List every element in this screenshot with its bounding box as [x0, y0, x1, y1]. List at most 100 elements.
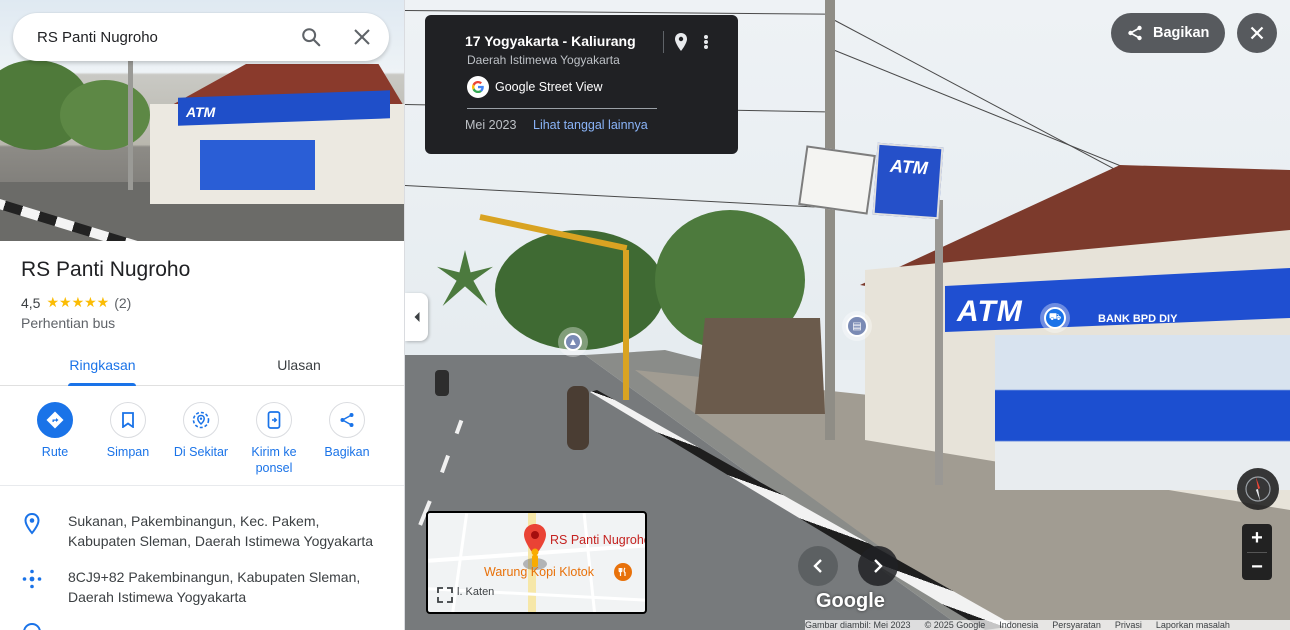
- nearby-button[interactable]: Di Sekitar: [164, 402, 238, 460]
- atm-sign-text: ATM: [889, 155, 929, 179]
- traffic-light-pole: [623, 250, 629, 400]
- share-icon: [329, 402, 365, 438]
- photo-pole: [128, 40, 133, 190]
- zoom-out-button[interactable]: −: [1242, 553, 1272, 581]
- attribution-bar: Gambar diambil: Mei 2023 © 2025 Google I…: [805, 620, 1290, 630]
- atm-icon: ▤: [846, 315, 868, 337]
- utility-pole: [825, 0, 835, 440]
- chevron-right-icon: [874, 559, 883, 573]
- expand-icon[interactable]: [436, 586, 454, 604]
- place-title: RS Panti Nugroho: [21, 258, 191, 281]
- sv-brand: Google Street View: [467, 76, 602, 98]
- action-buttons: Rute Simpan Di Sekitar Kirim ke ponsel B…: [0, 386, 404, 486]
- nearby-label: Di Sekitar: [173, 445, 229, 459]
- place-panel: ATM RS Panti Nugroho 4,5 ★★★★★ (2) Perhe…: [0, 0, 405, 630]
- zoom-in-button[interactable]: +: [1242, 524, 1272, 552]
- tab-reviews-label: Ulasan: [277, 356, 321, 373]
- share-button[interactable]: Bagikan: [1111, 13, 1225, 53]
- directions-label: Rute: [41, 445, 69, 459]
- tab-overview-label: Ringkasan: [69, 356, 136, 373]
- chevron-left-icon: [813, 559, 822, 573]
- review-count[interactable]: (2): [114, 295, 131, 311]
- place-category[interactable]: Perhentian bus: [21, 315, 115, 331]
- address-text: Sukanan, Pakembinangun, Kec. Pakem, Kabu…: [68, 513, 374, 549]
- nav-forward-button[interactable]: [858, 546, 898, 586]
- panorama-shop: [695, 318, 825, 414]
- save-button[interactable]: Simpan: [91, 402, 165, 460]
- rating-stars: ★★★★★: [46, 294, 110, 310]
- poi-marker-atm[interactable]: ▤: [842, 311, 872, 341]
- photo-atm-kiosk: [200, 140, 315, 190]
- share-button-label: Bagikan: [1153, 25, 1210, 41]
- restaurant-icon[interactable]: [614, 563, 632, 581]
- card-divider: [467, 108, 657, 109]
- save-label: Simpan: [106, 445, 150, 459]
- map-pin-icon[interactable]: [671, 32, 691, 52]
- location-pin-icon: [0, 511, 68, 551]
- panorama-atm-logo: ATM: [957, 295, 1023, 328]
- send-to-phone-button[interactable]: Kirim ke ponsel: [237, 402, 311, 476]
- country-link[interactable]: Indonesia: [999, 620, 1038, 630]
- panorama-atm-kiosk: [995, 335, 1290, 490]
- share-place-button[interactable]: Bagikan: [310, 402, 384, 460]
- poi-marker-shop[interactable]: ⛟: [1040, 303, 1070, 333]
- search-input[interactable]: [37, 28, 287, 46]
- chevron-left-icon: [414, 312, 419, 322]
- directions-icon: [37, 402, 73, 438]
- rating-value: 4,5: [21, 294, 41, 311]
- send-to-phone-icon: [256, 402, 292, 438]
- sv-location-title: 17 Yogyakarta - Kaliurang: [465, 33, 636, 49]
- panorama-bank-name: BANK BPD DIY: [1098, 313, 1178, 325]
- rating-row[interactable]: 4,5 ★★★★★ (2): [21, 294, 131, 311]
- street-view-info-card: 17 Yogyakarta - Kaliurang Daerah Istimew…: [425, 15, 738, 154]
- minimap-road: [582, 513, 597, 612]
- minimap-street-label: l. Katen: [457, 586, 495, 598]
- see-other-dates-link[interactable]: Lihat tanggal lainnya: [533, 118, 648, 132]
- poi-marker-school[interactable]: ▲: [558, 327, 588, 357]
- school-icon: ▲: [564, 333, 582, 351]
- minimap[interactable]: RS Panti Nugroho Warung Kopi Klotok l. K…: [426, 511, 647, 614]
- panorama-motorcycle: [567, 386, 589, 450]
- sv-brand-label: Google Street View: [495, 80, 603, 94]
- search-icon[interactable]: [299, 25, 323, 49]
- share-icon: [1128, 25, 1142, 41]
- terms-link[interactable]: Persyaratan: [1052, 620, 1101, 630]
- place-tabs: Ringkasan Ulasan: [0, 344, 404, 386]
- report-problem-link[interactable]: Laporkan masalah: [1156, 620, 1230, 630]
- search-box[interactable]: [13, 13, 389, 61]
- nav-back-button[interactable]: [798, 546, 838, 586]
- close-icon: [1250, 26, 1264, 40]
- panorama-motorcycle: [435, 370, 449, 396]
- panorama-billboard: [798, 145, 876, 215]
- tab-overview[interactable]: Ringkasan: [0, 344, 205, 386]
- minimap-place-label: RS Panti Nugroho: [550, 533, 647, 547]
- compass-icon[interactable]: [1237, 468, 1279, 510]
- maps-app: ATM RS Panti Nugroho 4,5 ★★★★★ (2) Perhe…: [0, 0, 1290, 630]
- photo-atm-text: ATM: [186, 104, 216, 120]
- history-icon: [0, 622, 68, 630]
- bookmark-icon: [110, 402, 146, 438]
- close-icon[interactable]: [350, 25, 374, 49]
- share-place-label: Bagikan: [324, 445, 370, 459]
- more-options-icon[interactable]: [699, 32, 713, 52]
- plus-code-icon: [0, 567, 68, 607]
- google-g-icon: [467, 76, 489, 98]
- privacy-link[interactable]: Privasi: [1115, 620, 1142, 630]
- close-street-view-button[interactable]: [1237, 13, 1277, 53]
- capture-date-text: Gambar diambil: Mei 2023: [805, 620, 911, 630]
- address-row[interactable]: Sukanan, Pakembinangun, Kec. Pakem, Kabu…: [0, 511, 404, 551]
- plus-code-row[interactable]: 8CJ9+82 Pakembinangun, Kabupaten Sleman,…: [0, 567, 404, 607]
- card-divider: [663, 31, 664, 53]
- street-view-panorama[interactable]: ATM BANK BPD DIY ATM ▲ ▤ ⛟ 17 Yogyakarta…: [405, 0, 1290, 630]
- next-info-row[interactable]: [0, 622, 404, 630]
- google-wordmark: Google: [816, 590, 885, 612]
- sv-capture-date: Mei 2023: [465, 118, 517, 132]
- tab-reviews[interactable]: Ulasan: [205, 344, 393, 385]
- copyright-text: © 2025 Google: [924, 620, 986, 630]
- directions-button[interactable]: Rute: [18, 402, 92, 460]
- sign-pole: [935, 200, 943, 485]
- plus-code-text: 8CJ9+82 Pakembinangun, Kabupaten Sleman,…: [68, 569, 361, 605]
- cart-icon: ⛟: [1044, 307, 1066, 329]
- collapse-panel-button[interactable]: [405, 293, 428, 341]
- sv-region: Daerah Istimewa Yogyakarta: [467, 53, 620, 67]
